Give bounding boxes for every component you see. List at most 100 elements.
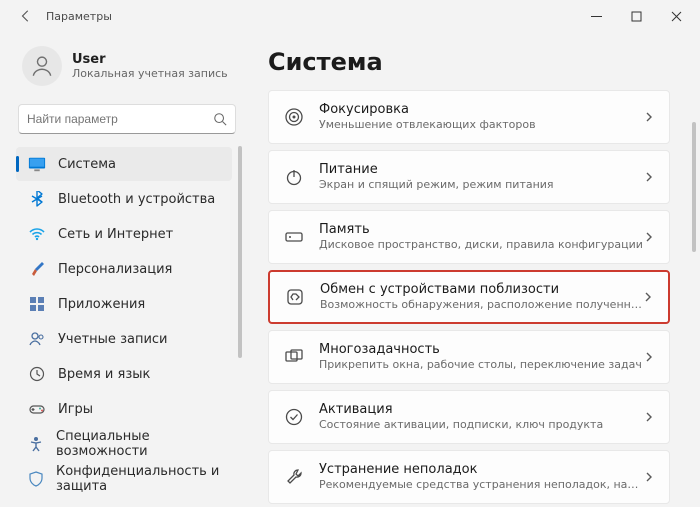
card-title: Питание bbox=[319, 162, 643, 178]
card-subtitle: Возможность обнаружения, расположение по… bbox=[320, 298, 642, 312]
apps-icon bbox=[28, 295, 46, 313]
brush-icon bbox=[28, 260, 46, 278]
wrench-icon bbox=[283, 466, 305, 488]
person-icon bbox=[29, 53, 55, 79]
sidebar-nav: Система Bluetooth и устройства Сеть и Ин… bbox=[14, 146, 242, 499]
close-icon bbox=[671, 11, 682, 22]
main-scrollbar[interactable] bbox=[692, 122, 696, 252]
maximize-icon bbox=[631, 11, 642, 22]
card-title: Устранение неполадок bbox=[319, 462, 643, 478]
card-multitasking[interactable]: Многозадачность Прикрепить окна, рабочие… bbox=[268, 330, 670, 384]
search-icon bbox=[213, 112, 227, 126]
sidebar-scrollbar[interactable] bbox=[238, 146, 242, 358]
chevron-right-icon bbox=[642, 291, 654, 303]
chevron-right-icon bbox=[643, 171, 655, 183]
sidebar-item-label: Сеть и Интернет bbox=[58, 227, 173, 242]
user-name: User bbox=[72, 52, 228, 67]
sidebar-item-label: Приложения bbox=[58, 297, 145, 312]
sidebar-item-label: Специальные возможности bbox=[56, 429, 220, 459]
settings-window: Параметры User Локальная учетная запись bbox=[0, 0, 700, 507]
avatar bbox=[22, 46, 62, 86]
focus-icon bbox=[283, 106, 305, 128]
titlebar: Параметры bbox=[0, 0, 700, 32]
sidebar-item-label: Учетные записи bbox=[58, 332, 168, 347]
system-icon bbox=[28, 155, 46, 173]
card-text: Многозадачность Прикрепить окна, рабочие… bbox=[319, 342, 643, 372]
window-controls bbox=[576, 0, 696, 32]
share-icon bbox=[284, 286, 306, 308]
card-title: Многозадачность bbox=[319, 342, 643, 358]
sidebar-item-gaming[interactable]: Игры bbox=[16, 392, 232, 426]
settings-list: Фокусировка Уменьшение отвлекающих факто… bbox=[268, 90, 676, 504]
sidebar-item-label: Время и язык bbox=[58, 367, 150, 382]
sidebar-item-network[interactable]: Сеть и Интернет bbox=[16, 217, 232, 251]
card-subtitle: Дисковое пространство, диски, правила ко… bbox=[319, 238, 643, 252]
sidebar-item-label: Персонализация bbox=[58, 262, 172, 277]
card-title: Память bbox=[319, 222, 643, 238]
sidebar-item-label: Конфиденциальность и защита bbox=[56, 464, 220, 494]
sidebar-item-accessibility[interactable]: Специальные возможности bbox=[16, 427, 232, 461]
shield-icon bbox=[28, 470, 44, 488]
chevron-right-icon bbox=[643, 351, 655, 363]
sidebar-item-system[interactable]: Система bbox=[16, 147, 232, 181]
chevron-right-icon bbox=[643, 111, 655, 123]
card-subtitle: Уменьшение отвлекающих факторов bbox=[319, 118, 643, 132]
accessibility-icon bbox=[28, 435, 44, 453]
sidebar-item-label: Игры bbox=[58, 402, 93, 417]
user-subtitle: Локальная учетная запись bbox=[72, 67, 228, 80]
sidebar-item-windows-update[interactable]: Центр обновления Windows bbox=[16, 497, 232, 499]
card-text: Устранение неполадок Рекомендуемые средс… bbox=[319, 462, 643, 492]
card-subtitle: Прикрепить окна, рабочие столы, переключ… bbox=[319, 358, 643, 372]
card-text: Активация Состояние активации, подписки,… bbox=[319, 402, 643, 432]
sidebar-item-personalization[interactable]: Персонализация bbox=[16, 252, 232, 286]
storage-icon bbox=[283, 226, 305, 248]
card-title: Обмен с устройствами поблизости bbox=[320, 282, 642, 298]
sidebar-item-time-language[interactable]: Время и язык bbox=[16, 357, 232, 391]
sidebar-item-label: Bluetooth и устройства bbox=[58, 192, 215, 207]
search-box[interactable] bbox=[18, 104, 236, 134]
card-text: Память Дисковое пространство, диски, пра… bbox=[319, 222, 643, 252]
sidebar-item-accounts[interactable]: Учетные записи bbox=[16, 322, 232, 356]
card-subtitle: Рекомендуемые средства устранения непола… bbox=[319, 478, 643, 492]
clock-icon bbox=[28, 365, 46, 383]
chevron-right-icon bbox=[643, 411, 655, 423]
activation-icon bbox=[283, 406, 305, 428]
minimize-button[interactable] bbox=[576, 0, 616, 32]
page-title: Система bbox=[268, 48, 676, 76]
card-text: Фокусировка Уменьшение отвлекающих факто… bbox=[319, 102, 643, 132]
sidebar-item-apps[interactable]: Приложения bbox=[16, 287, 232, 321]
user-block[interactable]: User Локальная учетная запись bbox=[14, 40, 242, 100]
chevron-right-icon bbox=[643, 471, 655, 483]
card-power[interactable]: Питание Экран и спящий режим, режим пита… bbox=[268, 150, 670, 204]
window-title: Параметры bbox=[46, 10, 112, 23]
content-area: User Локальная учетная запись Система Bl… bbox=[0, 32, 700, 507]
accounts-icon bbox=[28, 330, 46, 348]
card-troubleshoot[interactable]: Устранение неполадок Рекомендуемые средс… bbox=[268, 450, 670, 504]
user-text: User Локальная учетная запись bbox=[72, 52, 228, 80]
card-storage[interactable]: Память Дисковое пространство, диски, пра… bbox=[268, 210, 670, 264]
card-subtitle: Состояние активации, подписки, ключ прод… bbox=[319, 418, 643, 432]
close-button[interactable] bbox=[656, 0, 696, 32]
back-button[interactable] bbox=[10, 0, 42, 32]
gaming-icon bbox=[28, 400, 46, 418]
main-panel: Система Фокусировка Уменьшение отвлекающ… bbox=[250, 32, 700, 507]
multitask-icon bbox=[283, 346, 305, 368]
bluetooth-icon bbox=[28, 190, 46, 208]
card-activation[interactable]: Активация Состояние активации, подписки,… bbox=[268, 390, 670, 444]
card-focus[interactable]: Фокусировка Уменьшение отвлекающих факто… bbox=[268, 90, 670, 144]
minimize-icon bbox=[591, 11, 602, 22]
card-nearby-sharing[interactable]: Обмен с устройствами поблизости Возможно… bbox=[268, 270, 670, 324]
power-icon bbox=[283, 166, 305, 188]
maximize-button[interactable] bbox=[616, 0, 656, 32]
sidebar: User Локальная учетная запись Система Bl… bbox=[0, 32, 250, 507]
card-title: Фокусировка bbox=[319, 102, 643, 118]
sidebar-item-bluetooth[interactable]: Bluetooth и устройства bbox=[16, 182, 232, 216]
sidebar-item-privacy[interactable]: Конфиденциальность и защита bbox=[16, 462, 232, 496]
chevron-right-icon bbox=[643, 231, 655, 243]
card-title: Активация bbox=[319, 402, 643, 418]
wifi-icon bbox=[28, 225, 46, 243]
card-subtitle: Экран и спящий режим, режим питания bbox=[319, 178, 643, 192]
search-input[interactable] bbox=[27, 112, 213, 126]
card-text: Обмен с устройствами поблизости Возможно… bbox=[320, 282, 642, 312]
card-text: Питание Экран и спящий режим, режим пита… bbox=[319, 162, 643, 192]
